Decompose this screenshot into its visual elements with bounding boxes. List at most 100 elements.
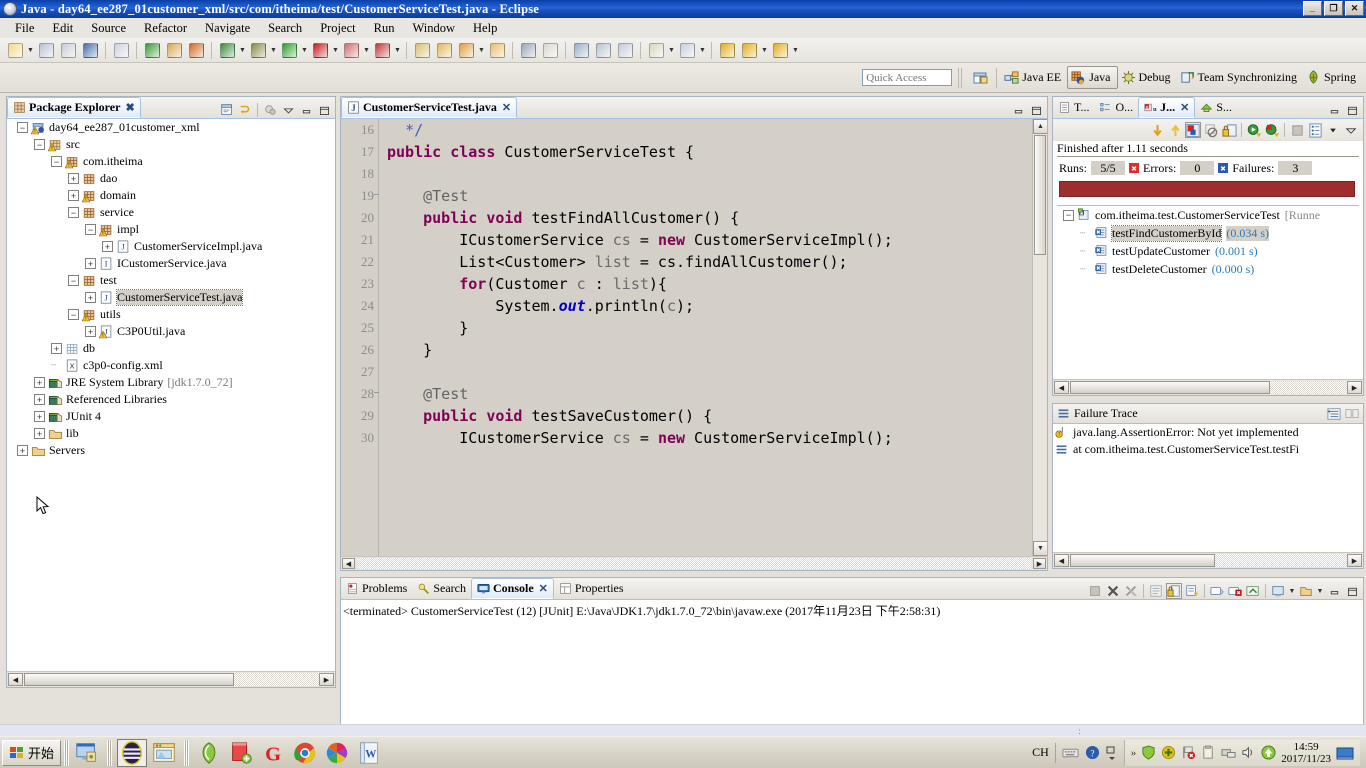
fold-marker[interactable]	[374, 194, 379, 195]
next-annotation-icon-dropdown-arrow[interactable]: ▼	[667, 40, 676, 60]
expand-toggle-icon[interactable]: +	[34, 377, 45, 388]
tree-item-icustomerservice-java[interactable]: + I ICustomerService.java	[7, 255, 335, 272]
collapse-all-icon[interactable]	[237, 102, 253, 118]
collapse-toggle-icon[interactable]: −	[17, 122, 28, 133]
junit-test-row[interactable]: ┄ ✖ testFindCustomerById (0.034 s)	[1057, 224, 1359, 242]
debug-icon[interactable]	[248, 40, 268, 60]
save-icon[interactable]	[36, 40, 56, 60]
open-perspective-icon[interactable]	[968, 67, 992, 89]
expand-toggle-icon[interactable]: +	[102, 241, 113, 252]
close-icon[interactable]: ✕	[539, 582, 548, 595]
tree-item-junit-4[interactable]: + JUnit 4	[7, 408, 335, 425]
pin-icon[interactable]	[518, 40, 538, 60]
menu-navigate[interactable]: Navigate	[196, 19, 259, 38]
run-icon[interactable]	[279, 40, 299, 60]
menu-run[interactable]: Run	[365, 19, 404, 38]
arrow-up-icon[interactable]	[1261, 745, 1276, 760]
volume-icon[interactable]	[1241, 745, 1256, 760]
minimize-icon[interactable]	[298, 102, 314, 118]
code-line[interactable]: ICustomerService cs = new CustomerServic…	[387, 427, 1031, 449]
code-line[interactable]	[387, 163, 1031, 185]
perspective-debug[interactable]: Debug	[1118, 66, 1177, 89]
tab-properties[interactable]: Properties	[554, 578, 629, 599]
link-with-editor-icon[interactable]	[219, 102, 235, 118]
search-icon[interactable]	[456, 40, 476, 60]
scroll-right-arrow[interactable]: ▶	[1347, 381, 1362, 394]
taskbar-clock[interactable]: 14:59 2017/11/23	[1281, 741, 1331, 765]
new-java-project-icon[interactable]	[164, 40, 184, 60]
code-line[interactable]: */	[387, 119, 1031, 141]
close-icon[interactable]: ✖	[125, 101, 134, 114]
collapse-toggle-icon[interactable]: −	[85, 224, 96, 235]
collapse-toggle-icon[interactable]: −	[34, 139, 45, 150]
tree-item-day64-ee287-01customer-xml[interactable]: −! day64_ee287_01customer_xml	[7, 119, 335, 136]
menu-edit[interactable]: Edit	[43, 19, 82, 38]
tab-console[interactable]: Console ✕	[471, 578, 554, 599]
tab-problems[interactable]: Problems	[341, 578, 412, 599]
tree-item-db[interactable]: + db	[7, 340, 335, 357]
tree-item-c3p0-config-xml[interactable]: ┄ Xc3p0-config.xml	[7, 357, 335, 374]
tree-item-com-itheima[interactable]: −! com.itheima	[7, 153, 335, 170]
forward-icon-dropdown-arrow[interactable]: ▼	[791, 40, 800, 60]
filter-stack-trace-icon[interactable]	[1326, 406, 1342, 422]
expand-toggle-icon[interactable]: +	[85, 258, 96, 269]
expand-toggle-icon[interactable]: +	[34, 428, 45, 439]
stop-junit-icon[interactable]	[1289, 122, 1305, 138]
thunder-icon[interactable]: G	[258, 739, 288, 767]
tab-servers[interactable]: S...	[1195, 97, 1237, 118]
tab-outline[interactable]: O...	[1094, 97, 1138, 118]
dim-icon[interactable]	[540, 40, 560, 60]
scroll-right-arrow[interactable]: ▶	[319, 673, 334, 686]
new-wizard-icon-dropdown-arrow[interactable]: ▼	[26, 40, 35, 60]
pin-console-icon[interactable]	[1166, 583, 1182, 599]
code-line[interactable]: @Test	[387, 383, 1031, 405]
stop-icon-dropdown-arrow[interactable]: ▼	[362, 40, 371, 60]
compare-result-icon[interactable]	[1344, 406, 1360, 422]
refresh-icon-dropdown-arrow[interactable]: ▼	[238, 40, 247, 60]
save-all-icon[interactable]	[58, 40, 78, 60]
new-package-icon[interactable]	[186, 40, 206, 60]
tree-item-servers[interactable]: + Servers	[7, 442, 335, 459]
notepad-plus-icon[interactable]	[226, 739, 256, 767]
start-button[interactable]: 开始	[2, 739, 62, 766]
chrome-icon[interactable]	[290, 739, 320, 767]
expand-toggle-icon[interactable]: +	[68, 190, 79, 201]
show-console-icon[interactable]	[1148, 583, 1164, 599]
update-icon[interactable]	[1161, 745, 1176, 760]
maximize-icon[interactable]	[1344, 102, 1360, 118]
open-console-icon[interactable]	[1209, 583, 1225, 599]
show-desktop-icon[interactable]	[72, 739, 102, 767]
tab-search[interactable]: Search	[412, 578, 471, 599]
show-desktop-button[interactable]	[1336, 746, 1354, 760]
run-last-tool-icon[interactable]	[142, 40, 162, 60]
expand-toggle-icon[interactable]: +	[85, 326, 96, 337]
quick-access-input[interactable]	[862, 69, 953, 86]
network-icon[interactable]	[1221, 745, 1236, 760]
code-line[interactable]: public void testFindAllCustomer() {	[387, 207, 1031, 229]
tree-item-domain[interactable]: +! domain	[7, 187, 335, 204]
remove-all-terminated-icon[interactable]	[1123, 583, 1139, 599]
close-icon[interactable]: ✕	[1180, 101, 1189, 114]
collapse-toggle-icon[interactable]: −	[68, 309, 79, 320]
refresh-icon[interactable]	[217, 40, 237, 60]
clipboard-icon[interactable]	[1201, 745, 1216, 760]
show-hidden-icons-icon[interactable]: »	[1131, 747, 1137, 759]
junit-test-row[interactable]: − ✖ com.itheima.test.CustomerServiceTest [R…	[1057, 206, 1359, 224]
console-dropdown-icon-dropdown-arrow[interactable]: ▼	[1316, 588, 1324, 595]
tree-item-impl[interactable]: −! impl	[7, 221, 335, 238]
tree-item-src[interactable]: −! src	[7, 136, 335, 153]
minimize-icon[interactable]	[1010, 102, 1026, 118]
ime-indicator[interactable]: CH	[1032, 745, 1049, 760]
display-selected-console-icon[interactable]	[1184, 583, 1200, 599]
menu-search[interactable]: Search	[259, 19, 311, 38]
minimize-button[interactable]: _	[1303, 1, 1322, 16]
menu-window[interactable]: Window	[403, 19, 464, 38]
minimize-icon[interactable]	[1326, 102, 1342, 118]
tab-customerservicetest-java[interactable]: J CustomerServiceTest.java ✕	[341, 97, 518, 118]
tab-package-explorer[interactable]: Package Explorer ✖	[7, 97, 141, 118]
open-folder-icon[interactable]	[487, 40, 507, 60]
forward-icon[interactable]	[770, 40, 790, 60]
tree-item-customerserviceimpl-java[interactable]: + J CustomerServiceImpl.java	[7, 238, 335, 255]
tree-item-lib[interactable]: + lib	[7, 425, 335, 442]
junit-test-row[interactable]: ┄ ✖ testUpdateCustomer (0.001 s)	[1057, 242, 1359, 260]
